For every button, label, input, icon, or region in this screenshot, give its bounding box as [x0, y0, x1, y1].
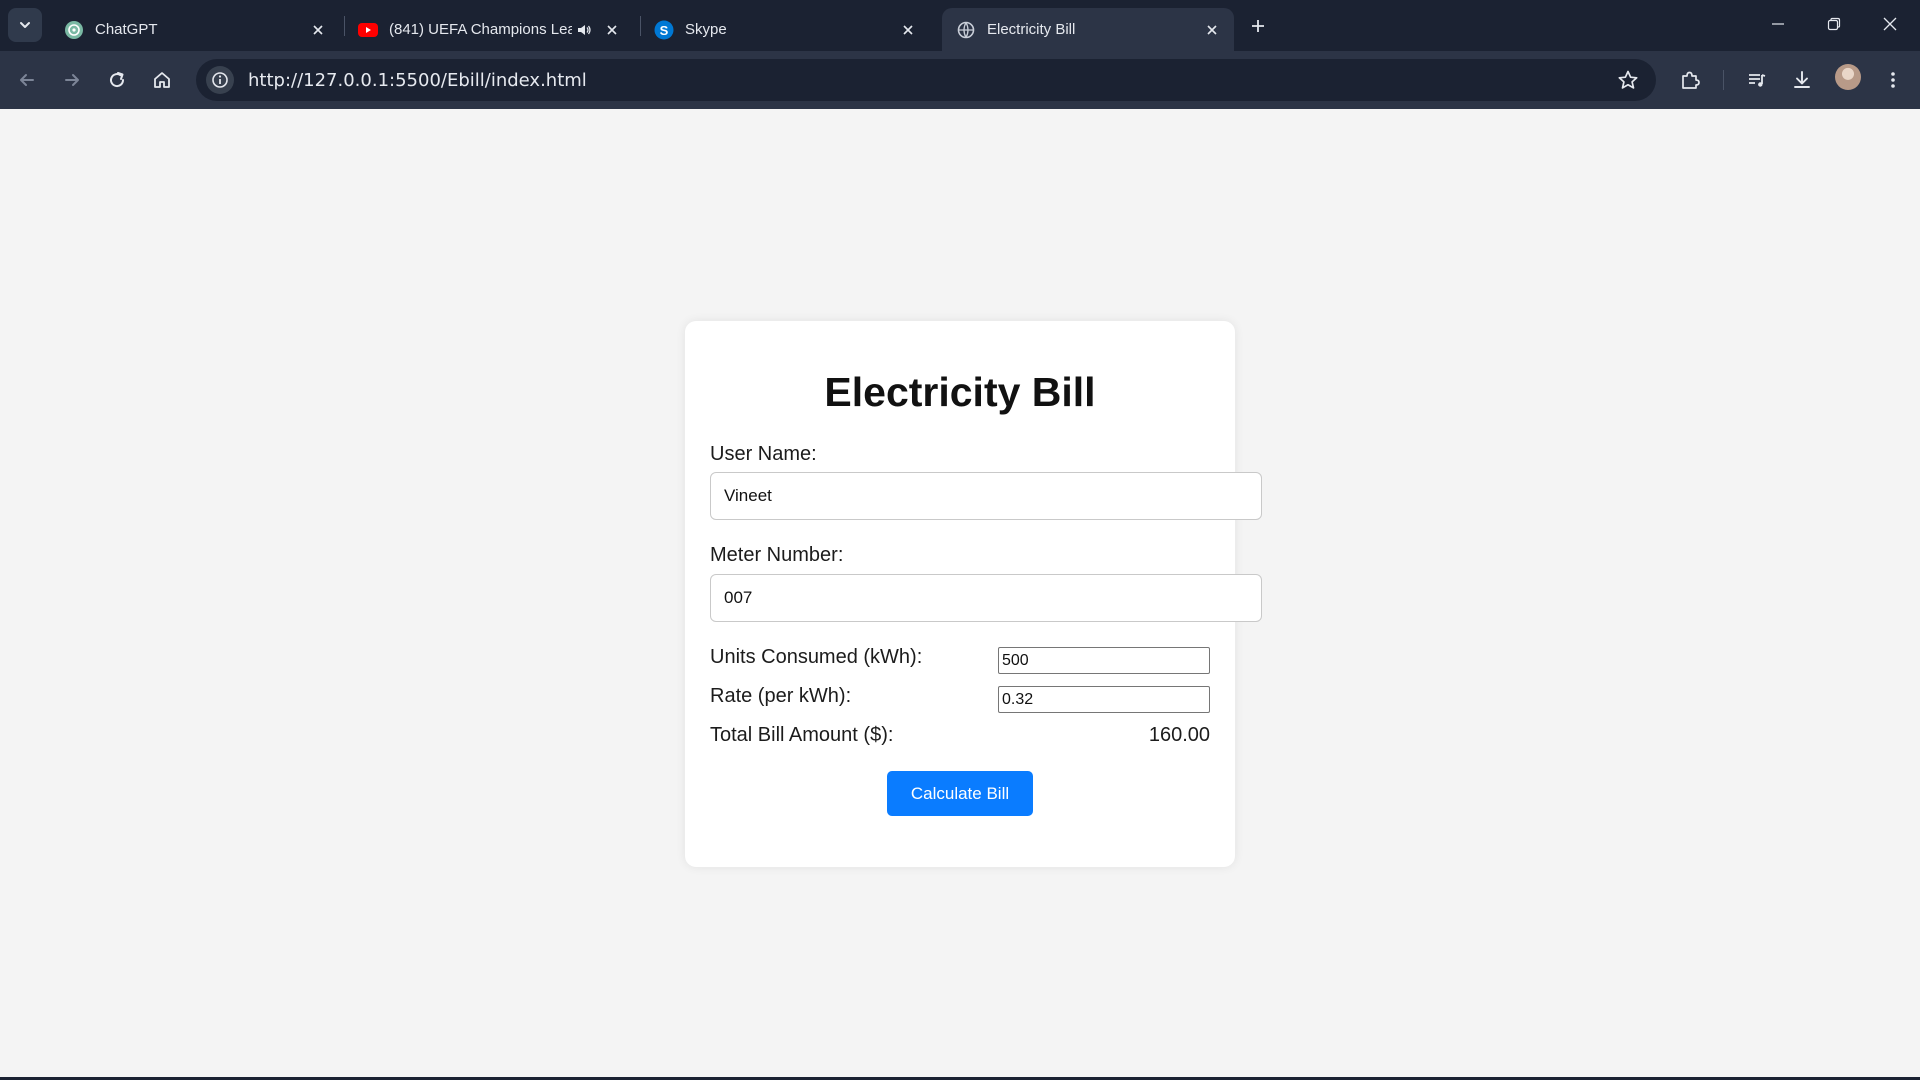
- puzzle-icon: [1682, 71, 1700, 89]
- globe-icon: [956, 20, 976, 40]
- tab-skype[interactable]: S Skype: [640, 8, 930, 51]
- close-window-button[interactable]: [1862, 0, 1918, 48]
- rate-input[interactable]: [998, 686, 1210, 713]
- more-vertical-icon: [1891, 72, 1895, 88]
- tab-title: ChatGPT: [95, 21, 158, 38]
- skype-icon: S: [654, 20, 674, 40]
- url-text[interactable]: http://127.0.0.1:5500/Ebill/index.html: [248, 70, 587, 91]
- page-title: Electricity Bill: [824, 369, 1096, 415]
- new-tab-button[interactable]: [1244, 12, 1272, 40]
- meter-number-input[interactable]: [710, 574, 1262, 622]
- bill-card: Electricity Bill User Name: Meter Number…: [685, 321, 1262, 867]
- minimize-icon: [1772, 23, 1784, 25]
- calculate-bill-button[interactable]: Calculate Bill: [887, 771, 1033, 816]
- close-tab-icon[interactable]: [306, 18, 330, 42]
- total-bill-label: Total Bill Amount ($):: [710, 724, 894, 746]
- home-icon: [154, 72, 170, 88]
- units-consumed-label: Units Consumed (kWh):: [710, 646, 923, 668]
- minimize-button[interactable]: [1750, 0, 1806, 48]
- restore-icon: [1827, 17, 1841, 31]
- close-tab-icon[interactable]: [600, 18, 624, 42]
- chatgpt-icon: [64, 20, 84, 40]
- units-consumed-input[interactable]: [998, 647, 1210, 674]
- close-icon: [1883, 17, 1897, 31]
- media-controls-button[interactable]: [1740, 63, 1774, 97]
- extensions-button[interactable]: [1673, 63, 1707, 97]
- rate-label: Rate (per kWh):: [710, 685, 852, 707]
- download-icon: [1794, 71, 1810, 88]
- profile-avatar[interactable]: [1835, 64, 1861, 90]
- restore-button[interactable]: [1806, 0, 1862, 48]
- close-tab-icon[interactable]: [896, 18, 920, 42]
- svg-text:S: S: [660, 23, 669, 38]
- total-bill-value: 160.00: [1148, 724, 1210, 746]
- close-tab-icon[interactable]: [1200, 18, 1224, 42]
- tab-strip: ChatGPT (841) UEFA Champions League S Sk…: [0, 0, 1920, 51]
- tab-title: Skype: [685, 21, 727, 38]
- address-bar[interactable]: http://127.0.0.1:5500/Ebill/index.html: [196, 59, 1656, 101]
- tab-chatgpt[interactable]: ChatGPT: [50, 8, 340, 51]
- arrow-right-icon: [65, 74, 79, 86]
- arrow-left-icon: [20, 74, 34, 86]
- meter-number-label: Meter Number:: [710, 544, 844, 566]
- plus-icon: [1252, 20, 1264, 32]
- site-info-icon[interactable]: [206, 66, 234, 94]
- browser-menu-button[interactable]: [1876, 63, 1910, 97]
- tab-youtube[interactable]: (841) UEFA Champions League: [344, 8, 634, 51]
- youtube-icon: [358, 20, 378, 40]
- tab-title: Electricity Bill: [987, 21, 1076, 38]
- downloads-button[interactable]: [1785, 63, 1819, 97]
- user-name-input[interactable]: [710, 472, 1262, 520]
- tab-search-button[interactable]: [8, 8, 42, 42]
- toolbar-separator: [1723, 70, 1724, 90]
- queue-music-icon: [1749, 74, 1766, 87]
- speaker-icon[interactable]: [572, 18, 596, 42]
- tab-electricity-bill[interactable]: Electricity Bill: [942, 8, 1234, 51]
- back-button[interactable]: [10, 63, 44, 97]
- reload-button[interactable]: [100, 63, 134, 97]
- chevron-down-icon: [20, 22, 30, 28]
- tab-title: (841) UEFA Champions League: [389, 21, 572, 38]
- home-button[interactable]: [145, 63, 179, 97]
- forward-button[interactable]: [55, 63, 89, 97]
- reload-icon: [110, 72, 125, 88]
- user-name-label: User Name:: [710, 443, 817, 465]
- browser-toolbar: http://127.0.0.1:5500/Ebill/index.html: [0, 51, 1920, 109]
- bookmark-star-icon[interactable]: [1614, 66, 1642, 94]
